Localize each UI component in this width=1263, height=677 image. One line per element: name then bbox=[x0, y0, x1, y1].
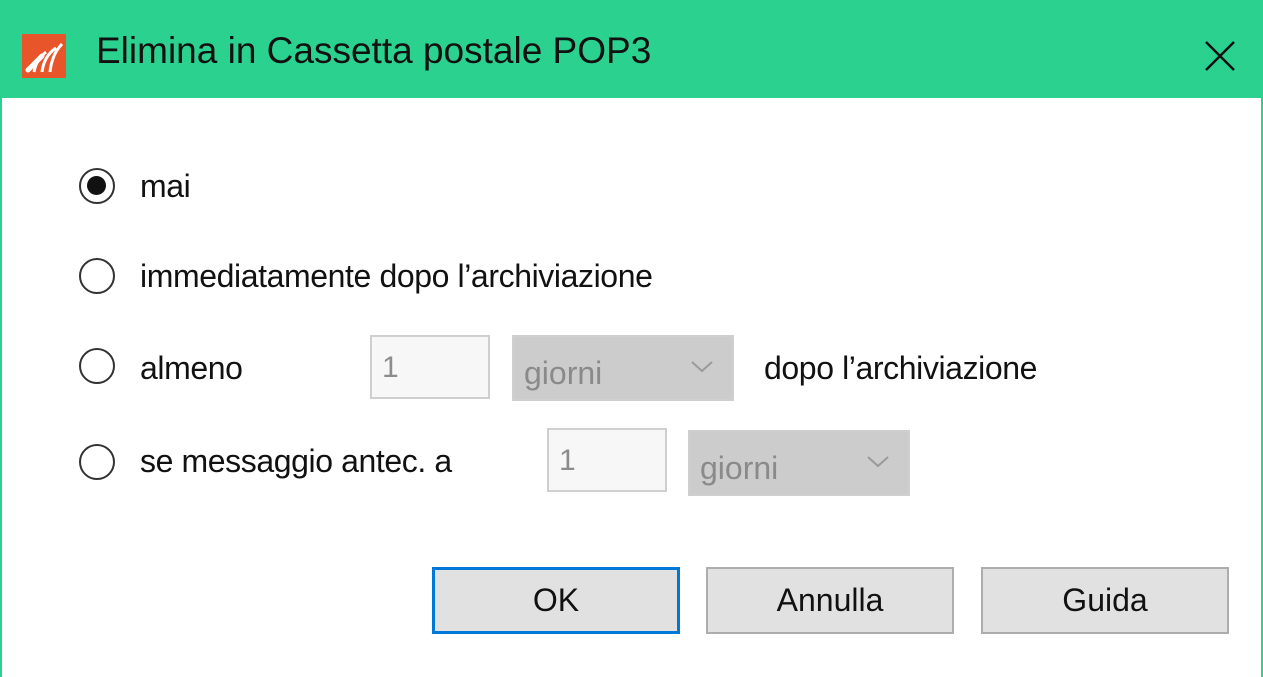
cancel-button[interactable]: Annulla bbox=[706, 567, 954, 634]
label-after-archiving: dopo l’archiviazione bbox=[764, 350, 1038, 386]
radio-selected-dot bbox=[87, 176, 106, 195]
at-least-unit-select[interactable]: giorni bbox=[512, 335, 734, 401]
label-never: mai bbox=[140, 168, 191, 204]
radio-at-least[interactable] bbox=[79, 348, 115, 384]
title-bar: Elimina in Cassetta postale POP3 bbox=[2, 0, 1263, 98]
label-at-least: almeno bbox=[140, 350, 243, 386]
older-than-unit-select[interactable]: giorni bbox=[688, 430, 910, 496]
at-least-unit-value: giorni bbox=[524, 355, 603, 391]
at-least-days-input[interactable]: 1 bbox=[370, 335, 490, 399]
radio-older-than[interactable] bbox=[79, 444, 115, 480]
older-than-days-input[interactable]: 1 bbox=[547, 428, 667, 492]
mailstore-logo-icon bbox=[22, 34, 66, 78]
ok-button[interactable]: OK bbox=[432, 567, 680, 634]
radio-immediately[interactable] bbox=[79, 258, 115, 294]
label-older-than: se messaggio antec. a bbox=[140, 443, 452, 479]
radio-never[interactable] bbox=[79, 168, 115, 204]
label-immediately: immediatamente dopo l’archiviazione bbox=[140, 258, 653, 294]
dialog-title: Elimina in Cassetta postale POP3 bbox=[96, 30, 652, 71]
help-button[interactable]: Guida bbox=[981, 567, 1229, 634]
dialog-window: Elimina in Cassetta postale POP3 mai imm… bbox=[0, 0, 1263, 677]
chevron-down-icon bbox=[867, 456, 889, 468]
older-than-unit-value: giorni bbox=[700, 450, 779, 486]
close-icon[interactable] bbox=[1198, 34, 1242, 78]
chevron-down-icon bbox=[691, 361, 713, 373]
